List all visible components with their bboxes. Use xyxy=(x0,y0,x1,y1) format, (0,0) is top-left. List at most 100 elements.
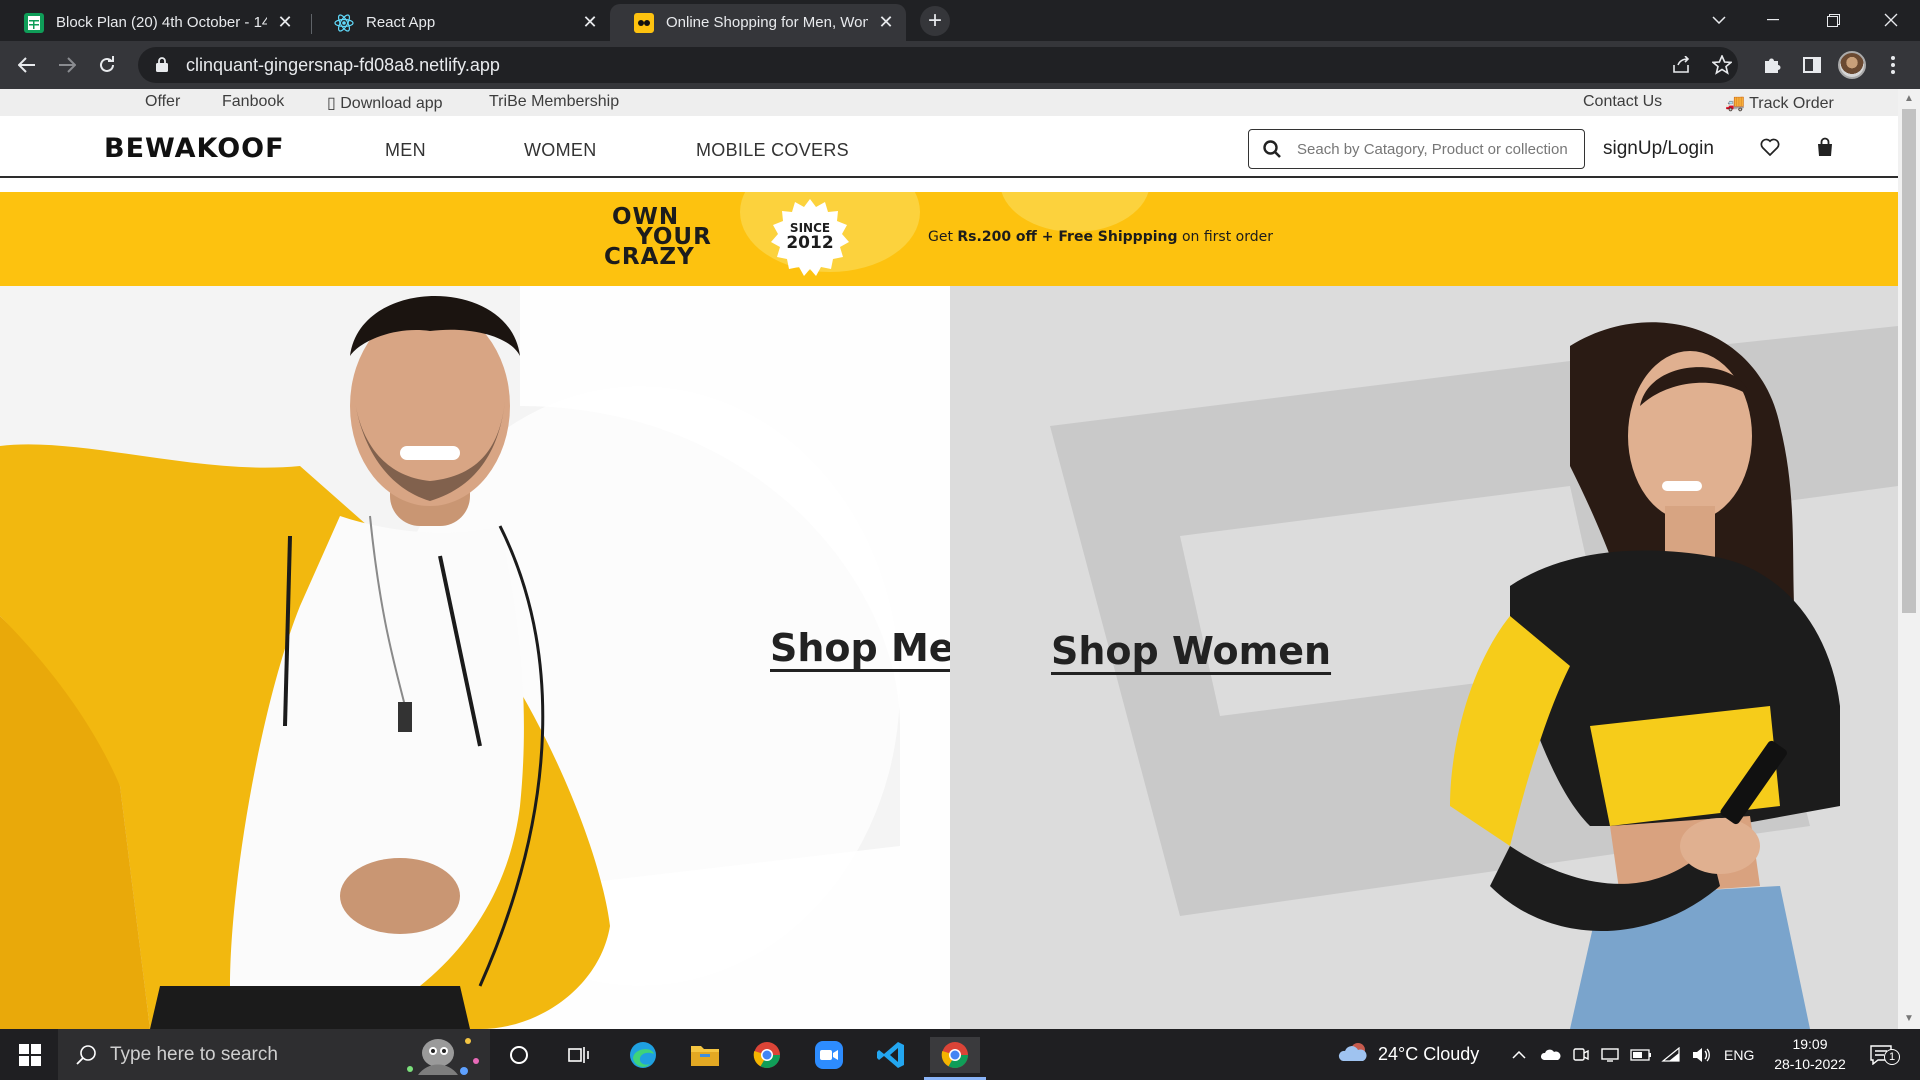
logo-text: BEWAKOOF xyxy=(104,133,285,164)
offer-bold: Rs.200 off + Free Shippping xyxy=(957,229,1178,245)
notification-count: 1 xyxy=(1884,1049,1900,1065)
page-scrollbar[interactable]: ▲ ▼ xyxy=(1898,89,1920,1029)
banner-decor xyxy=(1000,192,1150,232)
clock[interactable]: 19:09 28-10-2022 xyxy=(1760,1034,1860,1074)
taskbar-search-text: Type here to search xyxy=(110,1043,278,1065)
close-icon[interactable]: ✕ xyxy=(580,12,600,33)
taskbar-search-box[interactable]: Type here to search xyxy=(58,1029,490,1080)
share-icon[interactable] xyxy=(1667,50,1697,80)
chrome-icon[interactable] xyxy=(749,1037,785,1073)
new-tab-button[interactable]: + xyxy=(920,6,950,36)
forward-icon[interactable] xyxy=(52,50,82,80)
back-icon[interactable] xyxy=(12,50,42,80)
vscode-icon[interactable] xyxy=(873,1037,909,1073)
notifications-icon[interactable]: 1 xyxy=(1870,1029,1900,1080)
side-panel-icon[interactable] xyxy=(1797,50,1827,80)
battery-icon[interactable] xyxy=(1630,1029,1652,1080)
meet-now-icon[interactable] xyxy=(1572,1029,1590,1080)
bookmark-star-icon[interactable] xyxy=(1707,50,1737,80)
offer-pre: Get xyxy=(928,229,958,245)
bewakoof-logo[interactable]: BEWAKOOF xyxy=(104,133,285,164)
search-input[interactable] xyxy=(1297,140,1567,158)
since-text: SINCE 2012 xyxy=(769,221,851,253)
address-bar[interactable]: clinquant-gingersnap-fd08a8.netlify.app xyxy=(138,47,1738,83)
onedrive-icon[interactable] xyxy=(1541,1029,1561,1080)
scroll-down-icon[interactable]: ▼ xyxy=(1903,1013,1915,1025)
weather-text: 24°C Cloudy xyxy=(1378,1044,1480,1064)
extensions-icon[interactable] xyxy=(1757,50,1787,80)
offer-link[interactable]: Offer xyxy=(145,93,180,111)
model-women-image xyxy=(1450,322,1840,1029)
language-indicator[interactable]: ENG xyxy=(1724,1029,1754,1080)
edge-icon[interactable] xyxy=(625,1037,661,1073)
scroll-thumb[interactable] xyxy=(1902,109,1916,613)
hero-men-panel[interactable]: Shop Men xyxy=(0,286,950,1029)
cloud-icon xyxy=(1338,1041,1368,1068)
fanbook-link[interactable]: Fanbook xyxy=(222,93,284,111)
search-highlight-illustration xyxy=(398,1031,488,1084)
wishlist-heart-icon[interactable] xyxy=(1757,134,1783,160)
browser-tab-strip: Block Plan (20) 4th October - 14th ✕ Rea… xyxy=(0,0,1920,41)
nav-men[interactable]: MEN xyxy=(385,140,426,161)
task-view-icon[interactable] xyxy=(561,1037,597,1073)
volume-icon[interactable] xyxy=(1691,1029,1711,1080)
tab-title: Online Shopping for Men, Women xyxy=(666,14,868,31)
since-year: 2012 xyxy=(786,233,834,253)
tab-block-plan[interactable]: Block Plan (20) 4th October - 14th ✕ xyxy=(0,4,305,41)
wifi-icon[interactable] xyxy=(1661,1029,1681,1080)
react-icon xyxy=(334,13,354,33)
offer-text: Get Rs.200 off + Free Shippping on first… xyxy=(928,229,1273,245)
offer-post: on first order xyxy=(1177,229,1273,245)
close-window-icon[interactable] xyxy=(1864,0,1918,40)
display-icon[interactable] xyxy=(1601,1029,1619,1080)
own-your-crazy-text: OWN YOUR CRAZY xyxy=(604,206,712,270)
model-men-image xyxy=(0,296,610,1029)
nav-mobile-covers[interactable]: MOBILE COVERS xyxy=(696,140,849,161)
tab-react-app[interactable]: React App ✕ xyxy=(310,4,610,41)
windows-taskbar: Type here to search 24°C Cloudy ENG 19:0… xyxy=(0,1029,1920,1080)
site-header: BEWAKOOF MEN WOMEN MOBILE COVERS signUp/… xyxy=(0,116,1898,178)
signup-login-link[interactable]: signUp/Login xyxy=(1603,138,1714,160)
search-icon xyxy=(76,1044,98,1071)
profile-avatar[interactable] xyxy=(1838,51,1866,79)
bewakoof-icon xyxy=(634,12,654,33)
hero-section: Shop Men Shop Women xyxy=(0,286,1898,1029)
tab-search-icon[interactable] xyxy=(1692,0,1746,40)
tab-online-shopping[interactable]: Online Shopping for Men, Women ✕ xyxy=(610,4,906,41)
tab-title: Block Plan (20) 4th October - 14th xyxy=(56,14,267,31)
weather-widget[interactable]: 24°C Cloudy xyxy=(1338,1029,1479,1080)
hero-women-panel[interactable]: Shop Women xyxy=(950,286,1898,1029)
shopping-bag-icon[interactable] xyxy=(1812,134,1838,160)
sheets-icon xyxy=(24,12,44,33)
promo-banner[interactable]: OWN YOUR CRAZY SINCE 2012 Get Rs.200 off… xyxy=(0,192,1898,286)
reload-icon[interactable] xyxy=(92,50,122,80)
cortana-icon[interactable] xyxy=(501,1037,537,1073)
nav-women[interactable]: WOMEN xyxy=(524,140,597,161)
own-line: CRAZY xyxy=(604,244,695,270)
url-text: clinquant-gingersnap-fd08a8.netlify.app xyxy=(186,54,500,75)
lock-icon xyxy=(156,57,170,73)
file-explorer-icon[interactable] xyxy=(687,1037,723,1073)
search-icon[interactable] xyxy=(1261,138,1283,160)
clock-date: 28-10-2022 xyxy=(1774,1056,1846,1072)
tray-chevron-icon[interactable] xyxy=(1512,1029,1526,1080)
menu-kebab-icon[interactable] xyxy=(1878,50,1908,80)
utility-bar: Offer Fanbook ▯ Download app TriBe Membe… xyxy=(0,89,1898,116)
contact-us-link[interactable]: Contact Us xyxy=(1583,93,1662,111)
tribe-membership-link[interactable]: TriBe Membership xyxy=(489,93,619,111)
search-box xyxy=(1248,129,1585,169)
track-order-link[interactable]: 🚚 Track Order xyxy=(1725,93,1834,113)
restore-icon[interactable] xyxy=(1806,0,1860,40)
tab-title: React App xyxy=(366,14,436,31)
minimize-icon[interactable] xyxy=(1746,0,1800,40)
download-app-link[interactable]: ▯ Download app xyxy=(327,93,443,113)
clock-time: 19:09 xyxy=(1792,1036,1828,1052)
scroll-up-icon[interactable]: ▲ xyxy=(1903,93,1915,105)
since-2012-badge: SINCE 2012 xyxy=(769,197,851,279)
chrome-active-icon[interactable] xyxy=(930,1037,980,1073)
windows-start-icon[interactable] xyxy=(12,1037,48,1073)
zoom-icon[interactable] xyxy=(811,1037,847,1073)
close-icon[interactable]: ✕ xyxy=(876,12,896,33)
close-icon[interactable]: ✕ xyxy=(275,12,295,33)
shop-men-link[interactable]: Shop Men xyxy=(770,626,950,670)
